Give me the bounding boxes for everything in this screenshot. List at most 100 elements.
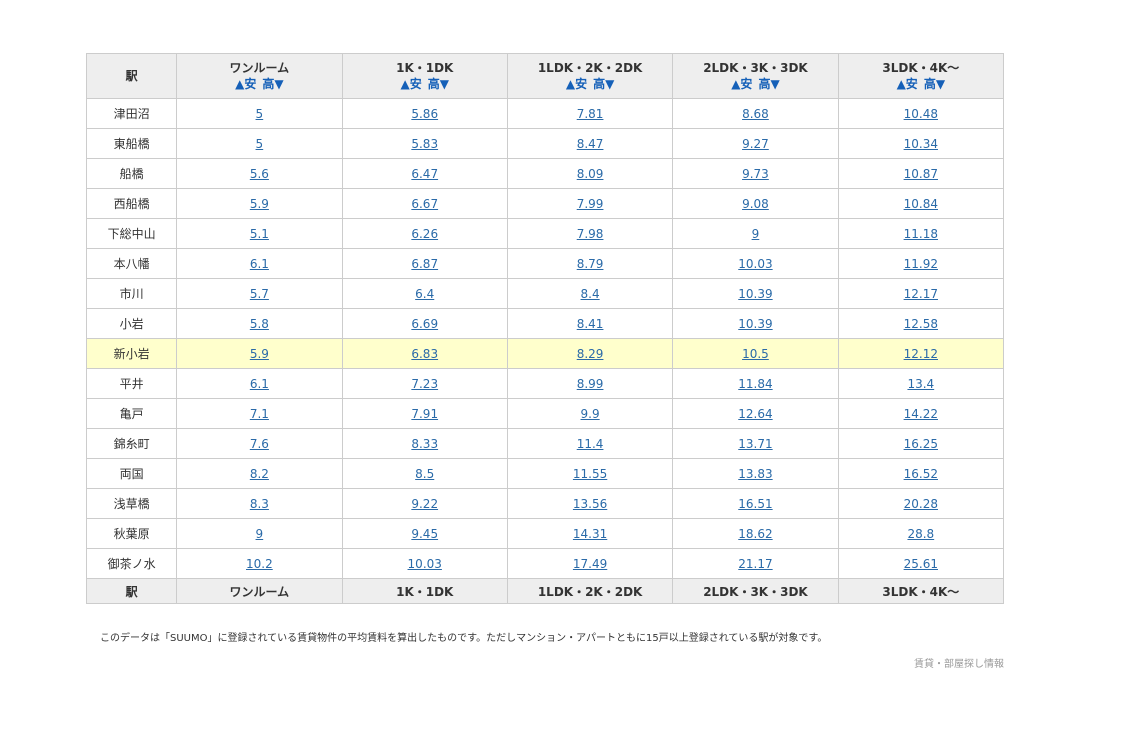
- rent-value-link[interactable]: 8.3: [250, 497, 269, 511]
- rent-value-link[interactable]: 9: [752, 227, 760, 241]
- rent-value-link[interactable]: 5: [256, 137, 264, 151]
- rent-value-link[interactable]: 5.6: [250, 167, 269, 181]
- rent-value-link[interactable]: 11.92: [904, 257, 938, 271]
- sort-low-button[interactable]: ▲安: [897, 77, 918, 91]
- rent-value-link[interactable]: 6.87: [411, 257, 438, 271]
- rent-value-link[interactable]: 6.69: [411, 317, 438, 331]
- rent-value-link[interactable]: 6.67: [411, 197, 438, 211]
- rent-cell: 11.55: [506, 458, 674, 489]
- rent-value-link[interactable]: 5.9: [250, 197, 269, 211]
- station-name: 錦糸町: [85, 428, 178, 459]
- table-row: 西船橋 5.9 6.67 7.99 9.08 10.84: [85, 188, 1005, 219]
- rent-value-link[interactable]: 7.91: [411, 407, 438, 421]
- rent-value-link[interactable]: 8.33: [411, 437, 438, 451]
- rent-value-link[interactable]: 12.17: [904, 287, 938, 301]
- rental-info-link[interactable]: 賃貸・部屋探し情報: [914, 655, 1004, 670]
- rent-value-link[interactable]: 9.73: [742, 167, 769, 181]
- rent-value-link[interactable]: 8.2: [250, 467, 269, 481]
- rent-cell: 11.92: [837, 248, 1005, 279]
- rent-value-link[interactable]: 5.83: [411, 137, 438, 151]
- rent-value-link[interactable]: 12.64: [738, 407, 772, 421]
- rent-value-link[interactable]: 8.09: [577, 167, 604, 181]
- rent-value-link[interactable]: 6.47: [411, 167, 438, 181]
- rent-value-link[interactable]: 13.56: [573, 497, 607, 511]
- rent-cell: 10.87: [837, 158, 1005, 189]
- rent-value-link[interactable]: 12.12: [904, 347, 938, 361]
- rent-value-link[interactable]: 10.03: [408, 557, 442, 571]
- rent-value-link[interactable]: 13.71: [738, 437, 772, 451]
- rent-value-link[interactable]: 10.48: [904, 107, 938, 121]
- rent-value-link[interactable]: 21.17: [738, 557, 772, 571]
- rent-value-link[interactable]: 17.49: [573, 557, 607, 571]
- rent-value-link[interactable]: 11.18: [904, 227, 938, 241]
- rent-value-link[interactable]: 13.4: [907, 377, 934, 391]
- rent-value-link[interactable]: 10.84: [904, 197, 938, 211]
- rent-value-link[interactable]: 9.9: [581, 407, 600, 421]
- rent-value-link[interactable]: 6.4: [415, 287, 434, 301]
- rent-value-link[interactable]: 5.1: [250, 227, 269, 241]
- rent-value-link[interactable]: 8.5: [415, 467, 434, 481]
- rent-cell: 9.73: [672, 158, 839, 189]
- rent-value-link[interactable]: 7.23: [411, 377, 438, 391]
- rent-value-link[interactable]: 10.39: [738, 287, 772, 301]
- sort-low-button[interactable]: ▲安: [731, 77, 752, 91]
- sort-high-button[interactable]: 高▼: [428, 77, 449, 91]
- rent-value-link[interactable]: 8.4: [581, 287, 600, 301]
- sort-low-button[interactable]: ▲安: [235, 77, 256, 91]
- rent-value-link[interactable]: 11.4: [577, 437, 604, 451]
- rent-cell: 16.51: [672, 488, 839, 519]
- rent-value-link[interactable]: 8.99: [577, 377, 604, 391]
- rent-value-link[interactable]: 6.83: [411, 347, 438, 361]
- rent-value-link[interactable]: 16.25: [904, 437, 938, 451]
- sort-high-button[interactable]: 高▼: [593, 77, 614, 91]
- rent-value-link[interactable]: 6.1: [250, 377, 269, 391]
- rent-value-link[interactable]: 6.1: [250, 257, 269, 271]
- rent-value-link[interactable]: 9.27: [742, 137, 769, 151]
- rent-value-link[interactable]: 8.41: [577, 317, 604, 331]
- sort-high-button[interactable]: 高▼: [262, 77, 283, 91]
- rent-value-link[interactable]: 13.83: [738, 467, 772, 481]
- rent-value-link[interactable]: 5.9: [250, 347, 269, 361]
- rent-value-link[interactable]: 7.99: [577, 197, 604, 211]
- rent-value-link[interactable]: 5.86: [411, 107, 438, 121]
- rent-value-link[interactable]: 28.8: [907, 527, 934, 541]
- rent-value-link[interactable]: 5: [256, 107, 264, 121]
- rent-value-link[interactable]: 8.29: [577, 347, 604, 361]
- rent-value-link[interactable]: 10.87: [904, 167, 938, 181]
- rent-value-link[interactable]: 10.34: [904, 137, 938, 151]
- rent-value-link[interactable]: 12.58: [904, 317, 938, 331]
- rent-value-link[interactable]: 9.45: [411, 527, 438, 541]
- rent-value-link[interactable]: 16.52: [904, 467, 938, 481]
- rent-value-link[interactable]: 8.47: [577, 137, 604, 151]
- rent-value-link[interactable]: 7.6: [250, 437, 269, 451]
- rent-value-link[interactable]: 10.39: [738, 317, 772, 331]
- rent-value-link[interactable]: 11.55: [573, 467, 607, 481]
- rent-value-link[interactable]: 25.61: [904, 557, 938, 571]
- sort-low-button[interactable]: ▲安: [566, 77, 587, 91]
- rent-value-link[interactable]: 8.68: [742, 107, 769, 121]
- rent-value-link[interactable]: 9: [256, 527, 264, 541]
- rent-value-link[interactable]: 16.51: [738, 497, 772, 511]
- rent-value-link[interactable]: 18.62: [738, 527, 772, 541]
- rent-value-link[interactable]: 7.98: [577, 227, 604, 241]
- sort-low-button[interactable]: ▲安: [400, 77, 421, 91]
- rent-value-link[interactable]: 11.84: [738, 377, 772, 391]
- rent-value-link[interactable]: 6.26: [411, 227, 438, 241]
- rent-value-link[interactable]: 10.03: [738, 257, 772, 271]
- sort-high-button[interactable]: 高▼: [924, 77, 945, 91]
- footer-row: 駅 ワンルーム 1K・1DK 1LDK・2K・2DK 2LDK・3K・3DK 3…: [85, 578, 1005, 604]
- rent-value-link[interactable]: 10.2: [246, 557, 273, 571]
- rent-value-link[interactable]: 14.22: [904, 407, 938, 421]
- rent-value-link[interactable]: 7.81: [577, 107, 604, 121]
- sort-high-button[interactable]: 高▼: [758, 77, 779, 91]
- rent-value-link[interactable]: 5.8: [250, 317, 269, 331]
- rent-value-link[interactable]: 7.1: [250, 407, 269, 421]
- rent-value-link[interactable]: 14.31: [573, 527, 607, 541]
- rent-value-link[interactable]: 20.28: [904, 497, 938, 511]
- rent-value-link[interactable]: 9.08: [742, 197, 769, 211]
- rent-value-link[interactable]: 9.22: [411, 497, 438, 511]
- rent-value-link[interactable]: 10.5: [742, 347, 769, 361]
- rent-value-link[interactable]: 5.7: [250, 287, 269, 301]
- rent-cell: 10.03: [341, 548, 508, 579]
- rent-value-link[interactable]: 8.79: [577, 257, 604, 271]
